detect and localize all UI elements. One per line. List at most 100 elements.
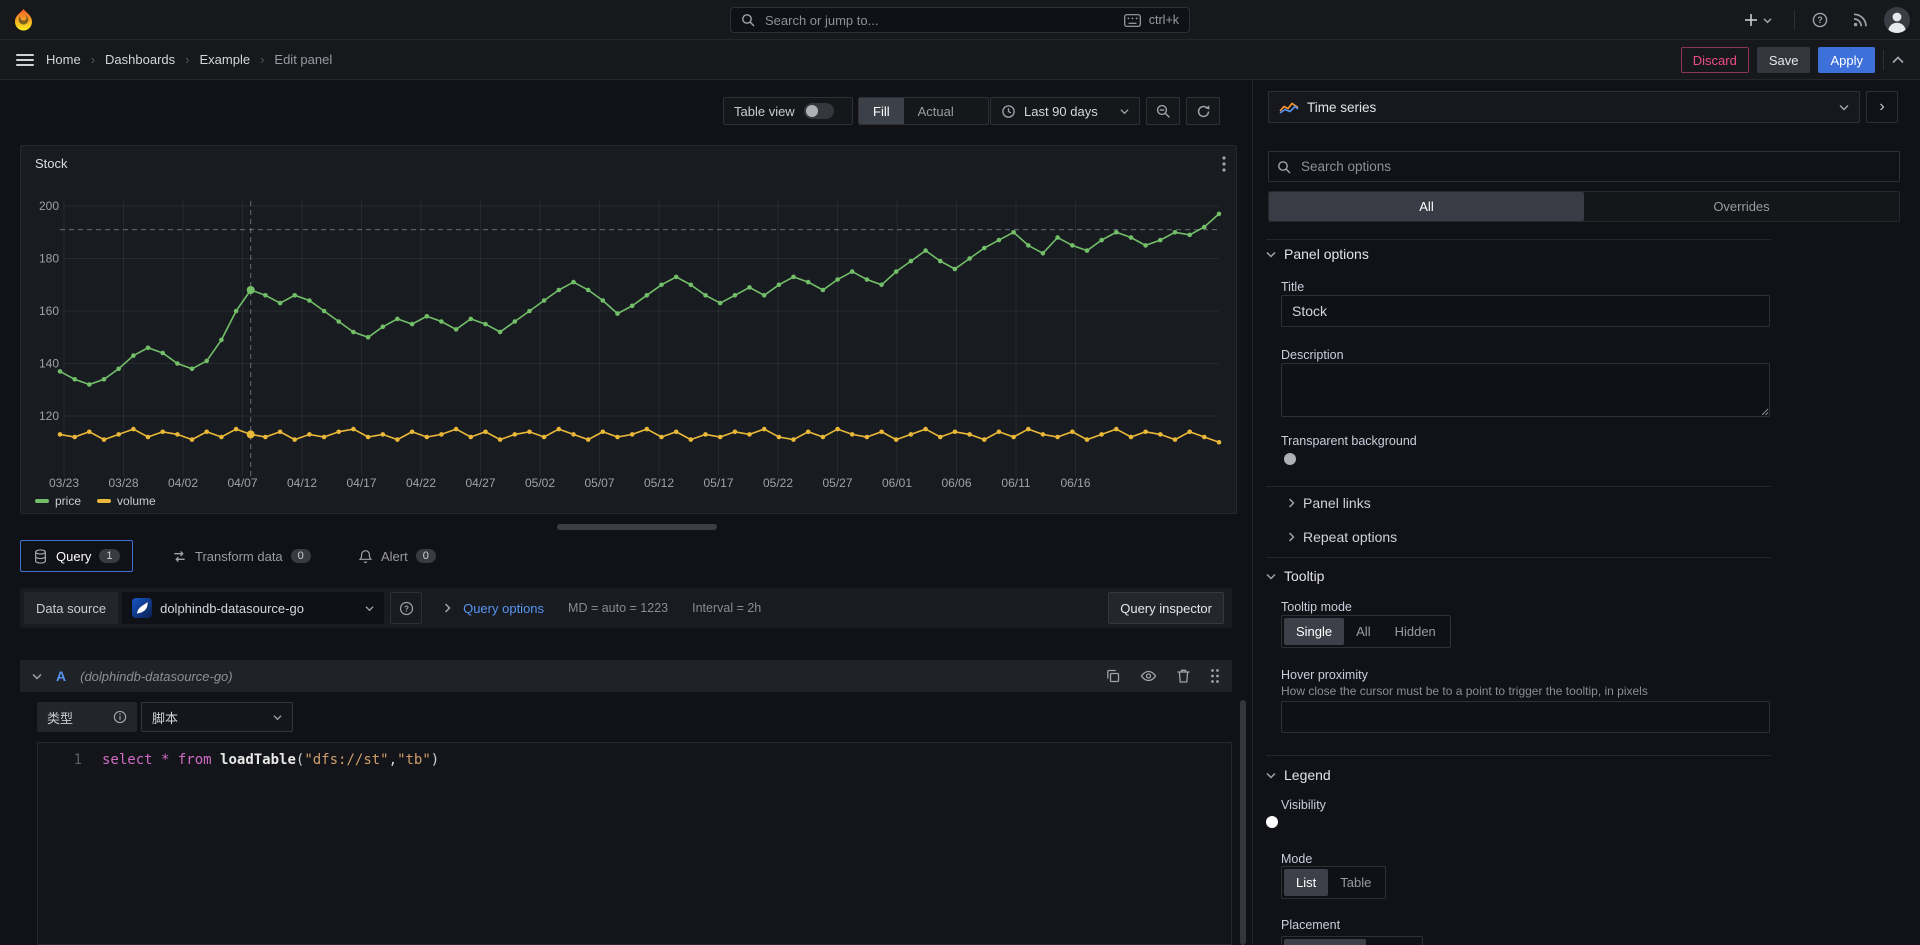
user-avatar[interactable] xyxy=(1884,7,1910,33)
table-view-toggle[interactable] xyxy=(804,103,834,119)
tab-transform-data[interactable]: Transform data 0 xyxy=(160,540,323,572)
legend-header[interactable]: Legend xyxy=(1266,767,1331,783)
breadcrumb-home[interactable]: Home xyxy=(46,52,81,67)
panel-title-input[interactable] xyxy=(1281,295,1770,327)
discard-button[interactable]: Discard xyxy=(1681,47,1749,73)
drag-handle-icon[interactable] xyxy=(1210,668,1220,684)
menu-hamburger-icon[interactable] xyxy=(16,54,34,66)
series-point-price xyxy=(1217,212,1222,217)
chevron-right-icon xyxy=(1288,498,1295,508)
series-point-price xyxy=(307,298,312,303)
panel-options-header[interactable]: Panel options xyxy=(1266,246,1369,262)
tab-query[interactable]: Query 1 xyxy=(20,540,133,572)
series-point-price xyxy=(601,298,606,303)
legend-title: Legend xyxy=(1284,767,1331,783)
query-inspector-button[interactable]: Query inspector xyxy=(1108,592,1224,624)
time-series-mini-icon xyxy=(1279,101,1299,114)
global-search-input[interactable] xyxy=(763,12,1116,29)
chevron-down-icon xyxy=(1763,17,1772,24)
top-nav: ctrl+k ? xyxy=(0,0,1920,40)
zoom-out-button[interactable] xyxy=(1146,97,1180,125)
series-point-volume xyxy=(190,437,195,442)
series-point-price xyxy=(967,256,972,261)
series-point-volume xyxy=(1173,437,1178,442)
collapse-options-chevron-up-icon[interactable] xyxy=(1892,56,1904,64)
search-shortcut: ctrl+k xyxy=(1149,13,1179,27)
collapse-query-chevron-down-icon[interactable] xyxy=(32,673,42,680)
legend-placement-label: Placement xyxy=(1281,918,1340,932)
fill-mode-button[interactable]: Fill xyxy=(859,98,904,124)
tab-alert[interactable]: Alert 0 xyxy=(346,540,448,572)
time-range-picker[interactable]: Last 90 days xyxy=(990,97,1140,125)
breadcrumb-dashboards[interactable]: Dashboards xyxy=(105,52,175,67)
series-point-volume xyxy=(659,435,664,440)
legend-placement-radio[interactable] xyxy=(1281,936,1423,945)
info-circle-icon[interactable] xyxy=(113,710,127,724)
series-point-price xyxy=(571,280,576,285)
legend-placement-option[interactable] xyxy=(1284,939,1366,945)
tab-all[interactable]: All xyxy=(1269,192,1584,221)
query-options-link[interactable]: Query options xyxy=(463,601,544,616)
hover-proximity-input[interactable] xyxy=(1281,701,1770,733)
textarea-resize-handle-icon[interactable] xyxy=(1760,407,1769,416)
legend-item-price[interactable]: price xyxy=(35,494,81,508)
news-rss-icon[interactable] xyxy=(1852,12,1868,28)
options-pane-divider[interactable] xyxy=(1252,80,1253,945)
datasource-help-button[interactable]: ? xyxy=(390,592,422,624)
help-icon[interactable]: ? xyxy=(1812,12,1828,28)
series-line-volume xyxy=(60,429,1219,442)
tooltip-mode-single[interactable]: Single xyxy=(1284,618,1344,645)
visualization-picker[interactable]: Time series xyxy=(1268,91,1860,123)
series-point-volume xyxy=(982,437,987,442)
vertical-scrollbar-thumb[interactable] xyxy=(1240,700,1246,945)
tooltip-header[interactable]: Tooltip xyxy=(1266,568,1324,584)
grafana-logo-icon[interactable] xyxy=(12,8,35,33)
duplicate-query-icon[interactable] xyxy=(1105,668,1121,684)
collapse-pane-button[interactable]: › xyxy=(1866,91,1898,123)
save-button[interactable]: Save xyxy=(1757,47,1811,73)
breadcrumb-separator: › xyxy=(91,52,95,67)
global-search[interactable]: ctrl+k xyxy=(730,7,1190,33)
series-point-price xyxy=(894,269,899,274)
x-axis-label: 06/16 xyxy=(1060,476,1090,490)
refresh-button[interactable] xyxy=(1186,97,1220,125)
panel-description-textarea[interactable] xyxy=(1281,363,1770,417)
apply-button[interactable]: Apply xyxy=(1818,47,1875,73)
new-menu-button[interactable] xyxy=(1744,13,1772,27)
series-point-price xyxy=(116,367,121,372)
query-row-header[interactable]: A (dolphindb-datasource-go) xyxy=(20,660,1232,692)
query-code-editor[interactable]: 1 select * from loadTable("dfs://st","tb… xyxy=(37,742,1232,945)
series-point-price xyxy=(395,317,400,322)
actual-mode-button[interactable]: Actual xyxy=(904,98,968,124)
type-select[interactable]: 脚本 xyxy=(141,702,293,732)
search-icon xyxy=(741,13,755,27)
options-search-input[interactable] xyxy=(1299,158,1891,175)
series-point-price xyxy=(366,335,371,340)
legend-item-volume[interactable]: volume xyxy=(97,494,156,508)
tooltip-mode-all[interactable]: All xyxy=(1344,618,1382,645)
series-point-volume xyxy=(1143,430,1148,435)
datasource-picker[interactable]: dolphindb-datasource-go xyxy=(122,592,384,624)
horizontal-scrollbar-thumb[interactable] xyxy=(557,524,717,530)
tab-overrides[interactable]: Overrides xyxy=(1584,192,1899,221)
series-point-price xyxy=(821,288,826,293)
code-line[interactable]: select * from loadTable("dfs://st","tb") xyxy=(102,752,439,768)
options-search[interactable] xyxy=(1268,151,1900,182)
series-point-price xyxy=(146,346,151,351)
legend-mode-list[interactable]: List xyxy=(1284,869,1328,896)
tooltip-mode-hidden[interactable]: Hidden xyxy=(1383,618,1448,645)
hide-query-eye-icon[interactable] xyxy=(1140,668,1157,684)
query-count-badge: 1 xyxy=(99,549,119,563)
series-point-volume xyxy=(307,432,312,437)
repeat-options-header[interactable]: Repeat options xyxy=(1288,529,1397,545)
x-axis-label: 03/28 xyxy=(108,476,138,490)
series-point-price xyxy=(527,309,532,314)
x-axis-label: 06/06 xyxy=(941,476,971,490)
query-options-chevron-right-icon[interactable] xyxy=(444,603,451,613)
legend-swatch xyxy=(35,499,49,503)
delete-query-trash-icon[interactable] xyxy=(1176,668,1191,684)
panel-links-header[interactable]: Panel links xyxy=(1288,495,1371,511)
breadcrumb-example[interactable]: Example xyxy=(199,52,250,67)
legend-mode-table[interactable]: Table xyxy=(1328,869,1383,896)
stock-chart[interactable]: 20018016014012003/2303/2804/0204/0704/12… xyxy=(21,146,1236,513)
